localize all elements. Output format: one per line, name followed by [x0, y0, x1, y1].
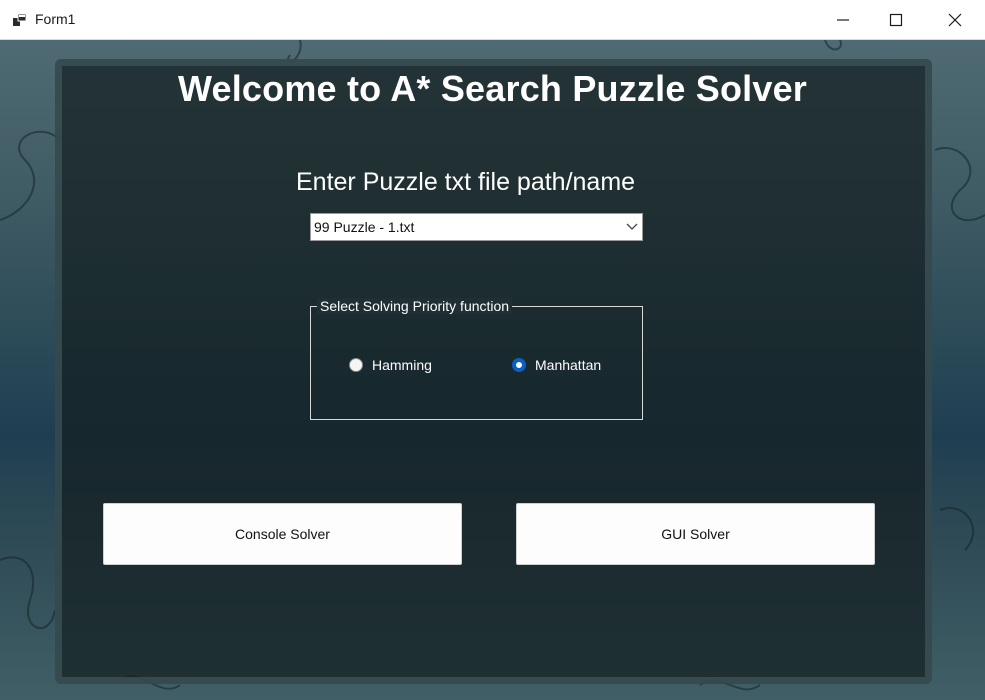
console-solver-button[interactable]: Console Solver — [103, 503, 462, 565]
radio-checked-icon[interactable] — [512, 358, 526, 372]
maximize-button[interactable] — [873, 0, 919, 40]
window-title: Form1 — [35, 11, 76, 27]
chevron-down-icon[interactable] — [626, 223, 638, 231]
close-icon — [948, 13, 962, 27]
title-bar[interactable]: Form1 — [0, 0, 985, 40]
page-title: Welcome to A* Search Puzzle Solver — [177, 68, 807, 109]
puzzle-file-selected-value: 99 Puzzle - 1.txt — [314, 219, 415, 235]
radio-hamming-label[interactable]: Hamming — [372, 357, 432, 373]
puzzle-file-combobox[interactable]: 99 Puzzle - 1.txt — [310, 213, 643, 241]
file-path-prompt-label: Enter Puzzle txt file path/name — [296, 168, 636, 196]
radio-unchecked-icon[interactable] — [349, 358, 363, 372]
radio-manhattan-label[interactable]: Manhattan — [535, 357, 601, 373]
priority-function-groupbox: Select Solving Priority function Hamming… — [310, 298, 643, 420]
windows-form-icon — [12, 12, 28, 28]
app-window: Form1 Welcome to A* Search Puzzle Solver… — [0, 0, 985, 700]
priority-function-legend: Select Solving Priority function — [317, 298, 513, 314]
gui-solver-button[interactable]: GUI Solver — [516, 503, 875, 565]
minimize-icon — [837, 19, 849, 21]
close-button[interactable] — [932, 0, 978, 40]
maximize-icon — [889, 13, 903, 27]
minimize-button[interactable] — [820, 0, 866, 40]
